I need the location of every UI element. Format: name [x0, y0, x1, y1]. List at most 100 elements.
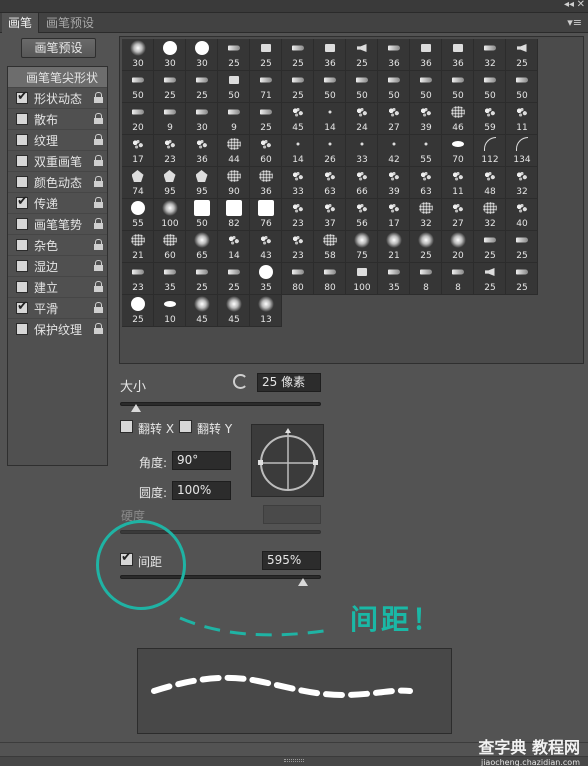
option-row[interactable]: 画笔笔势 [8, 213, 107, 234]
option-checkbox[interactable] [16, 239, 28, 251]
brush-tip[interactable]: 36 [442, 39, 474, 71]
brush-tip[interactable]: 60 [154, 231, 186, 263]
lock-icon[interactable] [94, 155, 103, 166]
brush-tip[interactable]: 25 [282, 71, 314, 103]
brush-tip[interactable]: 71 [250, 71, 282, 103]
brush-tip[interactable]: 27 [442, 199, 474, 231]
brush-tip[interactable]: 63 [314, 167, 346, 199]
double-chevron-icon[interactable]: ◂◂ [564, 0, 574, 10]
option-row[interactable]: 画笔笔尖形状 [8, 67, 107, 87]
option-checkbox[interactable] [16, 218, 28, 230]
brush-tip[interactable]: 59 [474, 103, 506, 135]
brush-tip[interactable]: 134 [506, 135, 538, 167]
lock-icon[interactable] [94, 281, 103, 292]
option-row[interactable]: ✔ 平滑 [8, 297, 107, 318]
brush-tip[interactable]: 95 [186, 167, 218, 199]
size-slider-track[interactable] [120, 402, 321, 406]
brush-tip[interactable]: 75 [346, 231, 378, 263]
angle-roundness-widget[interactable] [251, 424, 324, 497]
brush-tip[interactable]: 33 [346, 135, 378, 167]
option-checkbox[interactable]: ✔ [16, 299, 28, 314]
brush-tip[interactable]: 25 [218, 39, 250, 71]
brush-tip[interactable]: 25 [218, 263, 250, 295]
brush-tip[interactable]: 32 [506, 167, 538, 199]
brush-tip[interactable]: 17 [378, 199, 410, 231]
angle-input[interactable]: 90° [172, 451, 231, 470]
option-checkbox[interactable]: ✔ [16, 89, 28, 104]
brush-tip[interactable]: 30 [122, 39, 154, 71]
brush-tip[interactable]: 112 [474, 135, 506, 167]
brush-tip[interactable]: 30 [186, 39, 218, 71]
brush-tip[interactable]: 24 [346, 103, 378, 135]
brush-tip[interactable]: 44 [218, 135, 250, 167]
resize-grip-icon[interactable] [284, 759, 304, 762]
brush-tip[interactable]: 25 [506, 39, 538, 71]
option-checkbox[interactable] [16, 323, 28, 335]
option-row[interactable]: 保护纹理 [8, 318, 107, 339]
brush-tip[interactable]: 50 [378, 71, 410, 103]
brush-tip[interactable]: 9 [218, 103, 250, 135]
brush-tip[interactable]: 25 [154, 71, 186, 103]
brush-tip[interactable]: 50 [474, 71, 506, 103]
brush-tip[interactable]: 46 [442, 103, 474, 135]
roundness-input[interactable]: 100% [172, 481, 231, 500]
brush-tip[interactable]: 42 [378, 135, 410, 167]
option-checkbox[interactable]: ✔ [16, 194, 28, 209]
brush-tip[interactable]: 90 [218, 167, 250, 199]
brush-tip[interactable]: 36 [410, 39, 442, 71]
brush-tip[interactable]: 82 [218, 199, 250, 231]
brush-tip[interactable]: 30 [186, 103, 218, 135]
brush-tip[interactable]: 23 [282, 199, 314, 231]
brush-tip[interactable]: 32 [410, 199, 442, 231]
spacing-input[interactable]: 595% [262, 551, 321, 570]
brush-tip[interactable]: 50 [218, 71, 250, 103]
flip-x-checkbox[interactable] [120, 420, 133, 433]
brush-tip[interactable]: 36 [378, 39, 410, 71]
brush-tip[interactable]: 48 [474, 167, 506, 199]
brush-tip[interactable]: 56 [346, 199, 378, 231]
brush-tip[interactable]: 50 [346, 71, 378, 103]
option-checkbox[interactable] [16, 176, 28, 188]
brush-tip[interactable]: 50 [442, 71, 474, 103]
brush-tip[interactable]: 63 [410, 167, 442, 199]
brush-tip[interactable]: 20 [442, 231, 474, 263]
close-icon[interactable]: ✕ [577, 0, 585, 10]
brush-tip[interactable]: 21 [378, 231, 410, 263]
option-checkbox[interactable] [16, 134, 28, 146]
lock-icon[interactable] [94, 113, 103, 124]
lock-icon[interactable] [94, 323, 103, 334]
brush-tip[interactable]: 25 [410, 231, 442, 263]
brush-tip[interactable]: 58 [314, 231, 346, 263]
brush-tip[interactable]: 100 [154, 199, 186, 231]
brush-tip[interactable]: 55 [122, 199, 154, 231]
option-row[interactable]: 湿边 [8, 255, 107, 276]
brush-tip[interactable]: 50 [506, 71, 538, 103]
brush-tip[interactable]: 25 [506, 231, 538, 263]
brush-tip[interactable]: 10 [154, 295, 186, 327]
option-row[interactable]: 纹理 [8, 129, 107, 150]
panel-menu-icon[interactable]: ▾≡ [567, 16, 582, 29]
brush-tip[interactable]: 45 [282, 103, 314, 135]
brush-tip[interactable]: 13 [250, 295, 282, 327]
brush-tip[interactable]: 80 [282, 263, 314, 295]
brush-tip[interactable]: 66 [346, 167, 378, 199]
brush-presets-button[interactable]: 画笔预设 [21, 38, 96, 58]
tab-brush-presets[interactable]: 画笔预设 [40, 13, 100, 33]
brush-tip[interactable]: 37 [314, 199, 346, 231]
brush-tip[interactable]: 14 [282, 135, 314, 167]
brush-tip[interactable]: 11 [506, 103, 538, 135]
brush-tip[interactable]: 36 [314, 39, 346, 71]
option-row[interactable]: ✔ 形状动态 [8, 87, 107, 108]
brush-tip[interactable]: 45 [218, 295, 250, 327]
brush-tip[interactable]: 26 [314, 135, 346, 167]
brush-tip[interactable]: 8 [410, 263, 442, 295]
brush-tip[interactable]: 50 [186, 199, 218, 231]
brush-tip[interactable]: 40 [506, 199, 538, 231]
lock-icon[interactable] [94, 176, 103, 187]
brush-tip[interactable]: 25 [282, 39, 314, 71]
brush-tip[interactable]: 50 [122, 71, 154, 103]
brush-tip[interactable]: 25 [346, 39, 378, 71]
brush-tip[interactable]: 21 [122, 231, 154, 263]
option-row[interactable]: 杂色 [8, 234, 107, 255]
brush-tip[interactable]: 9 [154, 103, 186, 135]
